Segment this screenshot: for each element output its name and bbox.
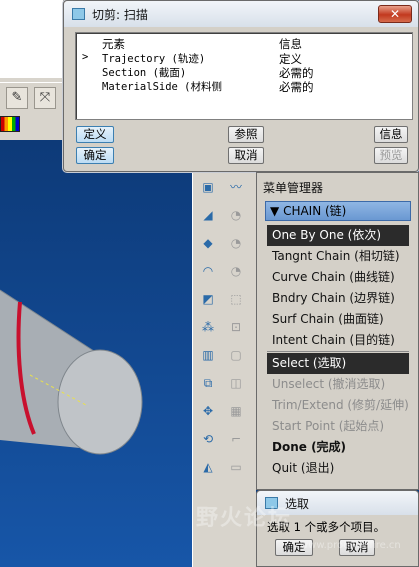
sketch-curve-icon[interactable]: 〰 [225,176,247,198]
element-list[interactable]: 元素 信息 > Trajectory (轨迹) 定义 Section (截面) … [75,32,413,120]
offset-icon[interactable]: ◫ [225,372,247,394]
datum-point-icon[interactable]: ◔ [225,204,247,226]
chain-menu-label: CHAIN (链) [283,204,347,218]
mirror-icon[interactable]: ⬚ [225,288,247,310]
list-item[interactable]: MaterialSide (材料侧 必需的 [76,79,412,94]
element-name: Trajectory (轨迹) [102,53,206,65]
copy-icon[interactable]: ⧉ [197,372,219,394]
cylinder-end-face [57,349,143,455]
menu-item-intent-chain[interactable]: Intent Chain (目的链) [267,330,409,351]
rib-icon[interactable]: ▢ [225,344,247,366]
cs-icon[interactable]: ◆ [197,232,219,254]
list-item[interactable]: > Trajectory (轨迹) 定义 [76,51,412,66]
model-tree-area [0,0,64,78]
menu-item-unselect[interactable]: Unselect (撤消选取) [267,374,409,395]
menu-manager: 菜单管理器 ▼ CHAIN (链) One By One (依次) Tangnt… [256,172,419,490]
column-header-info: 信息 [279,37,302,51]
axis-icon[interactable]: ⤧ [34,87,56,109]
menu-item-boundary-chain[interactable]: Bndry Chain (边界链) [267,288,409,309]
merge-icon[interactable]: ⁂ [197,316,219,338]
menu-divider [267,351,409,352]
preview-button[interactable]: 预览 [374,147,408,164]
menu-item-curve-chain[interactable]: Curve Chain (曲线链) [267,267,409,288]
cylinder-model [0,289,143,455]
dialog-title: 切剪: 扫描 [92,8,148,22]
close-button[interactable]: ✕ [378,5,412,23]
datum-plane-icon[interactable]: ▣ [197,176,219,198]
pattern-icon[interactable]: ◩ [197,288,219,310]
menu-item-done[interactable]: Done (完成) [267,437,409,458]
menu-item-surface-chain[interactable]: Surf Chain (曲面链) [267,309,409,330]
chain-menu-header[interactable]: ▼ CHAIN (链) [265,201,411,221]
info-button[interactable]: 信息 [374,126,408,143]
move-icon[interactable]: ✥ [197,400,219,422]
round-icon[interactable]: ◠ [197,260,219,282]
watermark-url: www.proewildfire.cn [300,540,401,551]
menu-item-select[interactable]: Select (选取) [267,353,409,374]
menu-item-one-by-one[interactable]: One By One (依次) [267,225,409,246]
current-item-marker: > [82,51,89,63]
grid-icon[interactable]: ▦ [225,400,247,422]
menu-item-start-point[interactable]: Start Point (起始点) [267,416,409,437]
define-button[interactable]: 定义 [76,126,114,143]
sketch-pen-icon[interactable]: ✎ [6,87,28,109]
blend-icon[interactable]: ◭ [197,456,219,478]
list-item[interactable]: Section (截面) 必需的 [76,65,412,80]
window-icon [72,8,85,20]
watermark-text: 野火论坛 [196,506,293,531]
draft-icon[interactable]: ◔ [225,260,247,282]
references-button[interactable]: 参照 [228,126,264,143]
menu-item-trim-extend[interactable]: Trim/Extend (修剪/延伸) [267,395,409,416]
dialog-title-bar: 切剪: 扫描 ✕ [64,1,418,27]
shell-icon[interactable]: ◔ [225,232,247,254]
element-name: MaterialSide (材料侧 [102,81,223,93]
datum-axis-icon[interactable]: ◢ [197,204,219,226]
ok-button[interactable]: 确定 [76,147,114,164]
cancel-button[interactable]: 取消 [228,147,264,164]
rotate-icon[interactable]: ⟲ [197,428,219,450]
trim-icon[interactable]: ⊡ [225,316,247,338]
hole-icon[interactable]: ▥ [197,344,219,366]
menu-item-quit[interactable]: Quit (退出) [267,458,409,479]
model-viewport[interactable] [0,140,192,567]
cylinder-icon[interactable]: ▭ [225,456,247,478]
triangle-down-icon: ▼ [270,204,280,218]
menu-item-tangent-chain[interactable]: Tangnt Chain (相切链) [267,246,409,267]
extend-icon[interactable]: ⌐ [225,428,247,450]
color-palette-icon[interactable] [0,116,20,132]
menu-manager-title: 菜单管理器 [263,181,324,195]
element-info: 必需的 [279,80,314,94]
column-header-element: 元素 [102,37,125,51]
sweep-cut-dialog: 切剪: 扫描 ✕ 元素 信息 > Trajectory (轨迹) 定义 Sect… [63,0,419,172]
element-name: Section (截面) [102,67,187,79]
left-toolbar: ✎ ⤧ [0,82,64,112]
